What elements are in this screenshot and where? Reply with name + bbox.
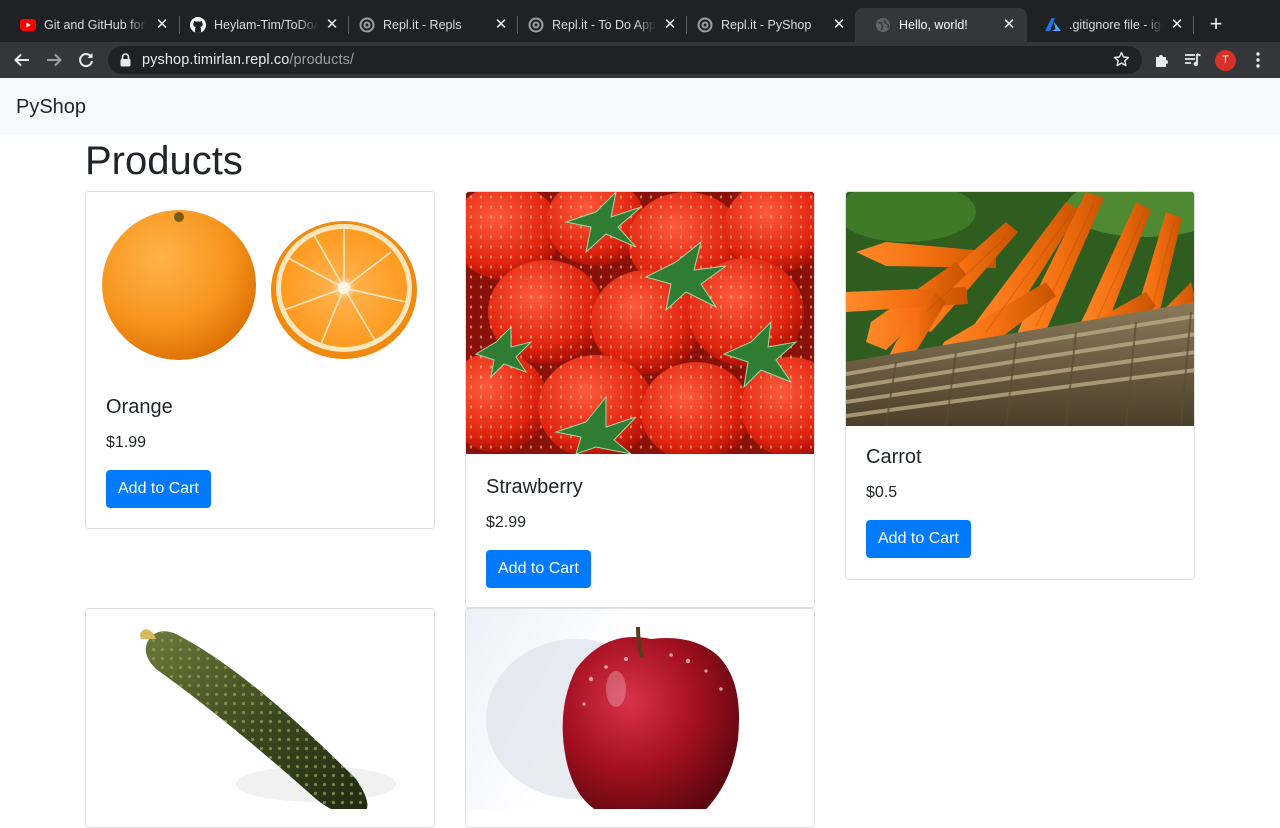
url-path: /products/: [289, 52, 355, 68]
tab-divider: [1193, 16, 1194, 34]
browser-tab[interactable]: Repl.it - PyShop ✕: [677, 8, 857, 42]
site-navbar: PyShop: [0, 78, 1280, 135]
browser-tab-active[interactable]: Hello, world! ✕: [855, 8, 1027, 42]
product-image-strawberry: [466, 192, 814, 454]
product-price: $2.99: [486, 514, 527, 531]
product-card-apple: [465, 608, 815, 828]
forward-button[interactable]: [42, 48, 66, 72]
product-image-carrot: [846, 192, 1194, 426]
browser-tab[interactable]: Repl.it - Repls ✕: [339, 8, 519, 42]
browser-tab-bar: Git and GitHub for Beginners ✕ Heylam-Ti…: [0, 0, 1280, 42]
browser-menu-button[interactable]: [1246, 48, 1270, 72]
product-card-cucumber: [85, 608, 435, 828]
more-vertical-icon: [1256, 52, 1260, 68]
product-image-orange: [86, 192, 434, 382]
close-tab-icon[interactable]: ✕: [324, 17, 340, 33]
arrow-right-icon: [47, 53, 62, 67]
azure-icon: [1045, 17, 1061, 33]
tab-title: .gitignore file - ignoring: [1069, 18, 1163, 32]
tab-title: Git and GitHub for Beginners: [44, 18, 148, 32]
playlist-icon: [1185, 53, 1201, 67]
media-control-button[interactable]: [1181, 48, 1205, 72]
arrow-left-icon: [14, 53, 29, 67]
url-text: pyshop.timirlan.repl.co/products/: [142, 52, 354, 68]
puzzle-icon: [1156, 55, 1168, 67]
product-image-cucumber: [86, 609, 434, 809]
product-image-apple: [466, 609, 814, 809]
profile-avatar[interactable]: T: [1215, 50, 1236, 71]
product-name: Strawberry: [486, 476, 583, 498]
tab-title: Repl.it - Repls: [383, 18, 462, 32]
close-tab-icon[interactable]: ✕: [1169, 17, 1185, 33]
replit-icon: [359, 17, 375, 33]
extensions-button[interactable]: [1150, 48, 1174, 72]
bookmark-star-icon[interactable]: [1113, 51, 1130, 73]
back-button[interactable]: [10, 48, 34, 72]
url-host: pyshop.timirlan.repl.co: [142, 52, 290, 68]
page-title: Products: [85, 139, 243, 183]
browser-tab[interactable]: Git and GitHub for Beginners ✕: [0, 8, 180, 42]
product-name: Orange: [106, 396, 173, 418]
browser-toolbar: pyshop.timirlan.repl.co/products/: [0, 42, 1280, 78]
tab-title: Repl.it - PyShop: [721, 18, 812, 32]
replit-icon: [528, 17, 544, 33]
globe-icon: [875, 17, 891, 33]
browser-tab[interactable]: .gitignore file - ignoring ✕: [1025, 8, 1195, 42]
github-icon: [190, 17, 206, 33]
product-card-orange: Orange $1.99 Add to Cart: [85, 191, 435, 529]
product-card-carrot: Carrot $0.5 Add to Cart: [845, 191, 1195, 580]
replit-icon: [697, 17, 713, 33]
tab-title: Heylam-Tim/ToDoApp: [214, 18, 318, 32]
close-tab-icon[interactable]: ✕: [831, 17, 847, 33]
browser-tab[interactable]: Heylam-Tim/ToDoApp ✕: [170, 8, 350, 42]
product-card-strawberry: Strawberry $2.99 Add to Cart: [465, 191, 815, 608]
youtube-icon: [20, 17, 36, 33]
add-to-cart-button[interactable]: Add to Cart: [486, 550, 591, 588]
add-to-cart-button[interactable]: Add to Cart: [866, 520, 971, 558]
close-tab-icon[interactable]: ✕: [1001, 17, 1017, 33]
browser-tab[interactable]: Repl.it - To Do App ✕: [508, 8, 688, 42]
tab-title: Repl.it - To Do App: [552, 18, 656, 32]
reload-button[interactable]: [74, 48, 98, 72]
close-tab-icon[interactable]: ✕: [154, 17, 170, 33]
close-tab-icon[interactable]: ✕: [662, 17, 678, 33]
product-price: $0.5: [866, 484, 898, 501]
reload-icon: [79, 53, 93, 68]
tab-title: Hello, world!: [899, 18, 968, 32]
address-bar[interactable]: pyshop.timirlan.repl.co/products/: [108, 46, 1142, 74]
new-tab-button[interactable]: +: [1204, 13, 1228, 37]
add-to-cart-button[interactable]: Add to Cart: [106, 470, 211, 508]
close-tab-icon[interactable]: ✕: [493, 17, 509, 33]
product-name: Carrot: [866, 446, 922, 468]
lock-icon: [120, 53, 131, 72]
product-price: $1.99: [106, 434, 147, 451]
navbar-brand[interactable]: PyShop: [16, 96, 86, 119]
